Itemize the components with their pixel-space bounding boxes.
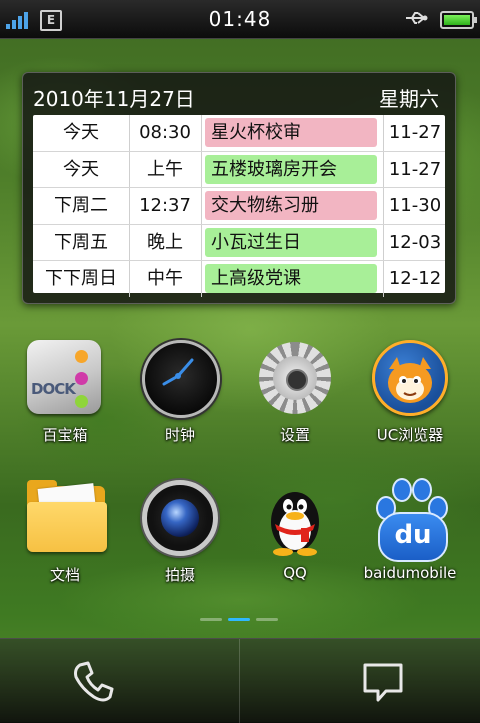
event-day: 今天 bbox=[33, 151, 130, 188]
event-title: 星火杯校审 bbox=[205, 118, 377, 147]
page-indicator bbox=[200, 618, 280, 622]
event-time: 08:30 bbox=[129, 115, 202, 151]
event-title: 交大物练习册 bbox=[205, 191, 377, 221]
baidu-icon-text: du bbox=[378, 512, 448, 562]
battery-icon bbox=[440, 11, 477, 29]
event-date: 12-12 bbox=[383, 261, 446, 297]
event-row[interactable]: 今天 上午 五楼玻璃房开会 11-27 bbox=[33, 151, 446, 189]
app-documents[interactable]: 文档 bbox=[10, 478, 120, 585]
event-time: 上午 bbox=[129, 151, 202, 188]
widget-weekday: 星期六 bbox=[379, 87, 439, 111]
baidu-paw-icon: du bbox=[370, 478, 450, 562]
event-date: 12-03 bbox=[383, 224, 446, 261]
page-dot bbox=[256, 618, 278, 621]
event-list: 今天 08:30 星火杯校审 11-27 今天 上午 五楼玻璃房开会 11-27… bbox=[33, 115, 446, 297]
event-date: 11-27 bbox=[383, 151, 446, 188]
event-title: 五楼玻璃房开会 bbox=[205, 154, 377, 184]
phone-button[interactable] bbox=[68, 657, 118, 707]
event-date: 11-30 bbox=[383, 188, 446, 224]
page-dot bbox=[200, 618, 222, 621]
app-baidumobile[interactable]: du baidumobile bbox=[355, 478, 465, 582]
app-label: 百宝箱 bbox=[42, 426, 88, 444]
event-day: 下周五 bbox=[33, 224, 130, 261]
uc-browser-icon bbox=[370, 338, 450, 418]
app-baibaoxiang[interactable]: DOCK 百宝箱 bbox=[10, 338, 120, 445]
event-row[interactable]: 今天 08:30 星火杯校审 11-27 bbox=[33, 115, 445, 152]
calendar-widget[interactable]: 2010年11月27日 星期六 今天 08:30 星火杯校审 11-27 今天 … bbox=[22, 72, 456, 304]
app-label: QQ bbox=[283, 564, 307, 582]
dock-icon-text: DOCK bbox=[31, 380, 76, 398]
event-day: 下周二 bbox=[33, 188, 130, 224]
gear-icon bbox=[255, 338, 335, 418]
event-time: 中午 bbox=[129, 261, 202, 297]
status-bar: E 01:48 bbox=[0, 0, 480, 39]
widget-date: 2010年11月27日 bbox=[33, 87, 195, 111]
qq-penguin-icon bbox=[255, 478, 335, 558]
app-label: UC浏览器 bbox=[376, 426, 444, 444]
page-dot-active bbox=[228, 618, 250, 621]
app-camera[interactable]: 拍摄 bbox=[125, 478, 235, 585]
event-row[interactable]: 下周二 12:37 交大物练习册 11-30 bbox=[33, 188, 445, 225]
folder-icon bbox=[25, 478, 107, 558]
event-row[interactable]: 下下周日 中午 上高级党课 12-12 bbox=[33, 261, 445, 297]
app-uc-browser[interactable]: UC浏览器 bbox=[355, 338, 465, 445]
event-time: 晚上 bbox=[129, 224, 202, 261]
event-title: 小瓦过生日 bbox=[205, 227, 377, 257]
phone-icon bbox=[74, 661, 114, 702]
event-day: 今天 bbox=[33, 115, 130, 151]
app-label: 时钟 bbox=[164, 426, 195, 444]
message-button[interactable] bbox=[358, 657, 408, 707]
app-label: 拍摄 bbox=[164, 566, 195, 584]
bottom-bar bbox=[0, 638, 480, 723]
event-time: 12:37 bbox=[129, 188, 202, 224]
camera-icon bbox=[140, 478, 220, 558]
event-date: 11-27 bbox=[383, 115, 446, 151]
usb-icon bbox=[404, 10, 430, 30]
event-day: 下下周日 bbox=[33, 261, 130, 297]
app-label: 设置 bbox=[279, 426, 310, 444]
message-icon bbox=[363, 663, 403, 702]
app-settings[interactable]: 设置 bbox=[240, 338, 350, 445]
bottom-bar-divider bbox=[239, 639, 240, 723]
app-qq[interactable]: QQ bbox=[240, 478, 350, 582]
event-title: 上高级党课 bbox=[205, 264, 377, 294]
event-row[interactable]: 下周五 晚上 小瓦过生日 12-03 bbox=[33, 224, 446, 262]
app-clock[interactable]: 时钟 bbox=[125, 338, 235, 445]
app-label: baidumobile bbox=[363, 564, 457, 582]
clock-icon bbox=[140, 338, 220, 418]
app-label: 文档 bbox=[49, 566, 80, 584]
dock-toolbox-icon: DOCK bbox=[25, 338, 105, 418]
